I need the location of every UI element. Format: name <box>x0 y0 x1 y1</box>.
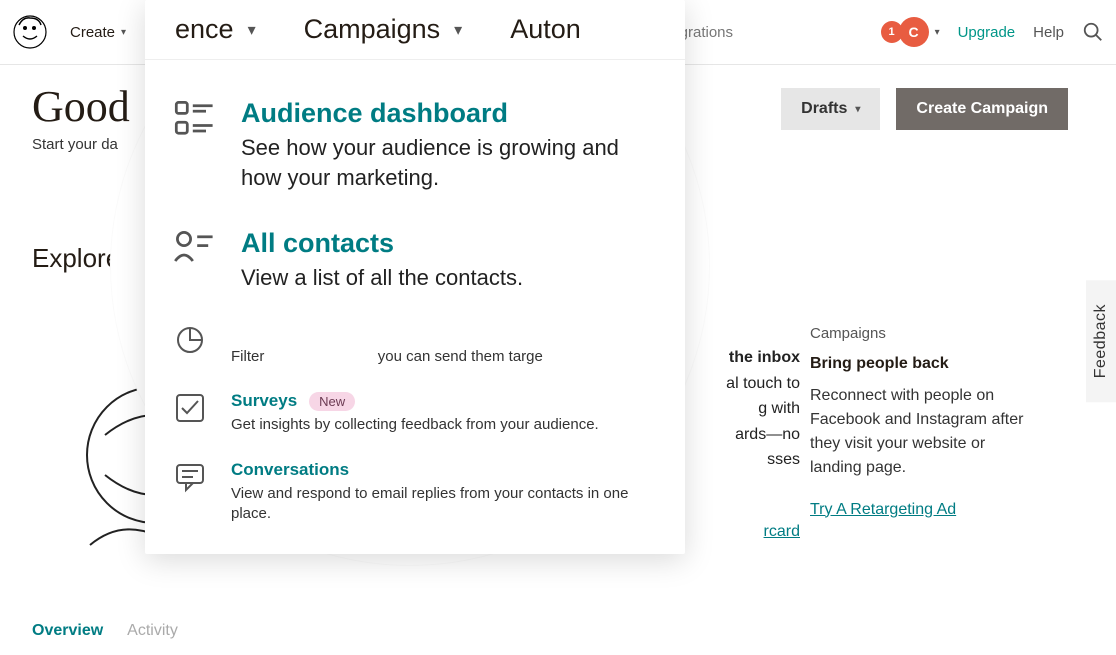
surveys-icon <box>173 391 207 425</box>
segments-icon <box>173 323 207 357</box>
avatar: C <box>899 17 929 47</box>
promo-card-desc: Reconnect with people on Facebook and In… <box>810 384 1030 480</box>
dropdown-head-automations[interactable]: Auton <box>510 14 581 45</box>
conversations-icon <box>173 460 207 494</box>
promo-card-category: Campaigns <box>810 323 1030 346</box>
dropdown-item-title: Conversations <box>231 460 657 480</box>
dropdown-item-desc: Filter contacts so that you can send the… <box>231 347 543 367</box>
peek-cta[interactable]: rcard <box>764 523 800 540</box>
dropdown-item-surveys[interactable]: Surveys New Get insights by collecting f… <box>173 379 657 447</box>
tab-overview[interactable]: Overview <box>32 622 103 640</box>
dropdown-item-title: Audience dashboard <box>241 98 657 129</box>
dropdown-item-desc: View a list of all the contacts. <box>241 263 523 293</box>
dropdown-item-audience-dashboard[interactable]: Audience dashboard See how your audience… <box>173 80 657 210</box>
dashboard-icon <box>173 98 217 142</box>
dropdown-item-desc: See how your audience is growing and how… <box>241 133 657 192</box>
chevron-down-icon: ▾ <box>121 27 126 38</box>
promo-card-cta[interactable]: Try A Retargeting Ad <box>810 501 956 518</box>
feedback-tab[interactable]: Feedback <box>1086 280 1116 402</box>
dropdown-item-all-contacts[interactable]: All contacts View a list of all the cont… <box>173 210 657 311</box>
nav-create-label: Create <box>70 24 115 41</box>
dropdown-item-desc: View and respond to email replies from y… <box>231 484 657 525</box>
dropdown-head-campaigns[interactable]: Campaigns▾ <box>304 14 463 45</box>
page-actions: Drafts ▾ Create Campaign <box>781 88 1068 130</box>
contacts-icon <box>173 228 217 272</box>
upgrade-link[interactable]: Upgrade <box>958 24 1016 41</box>
help-link[interactable]: Help <box>1033 24 1064 41</box>
notification-badge: 1 <box>881 21 903 43</box>
nav-create[interactable]: Create ▾ <box>60 18 136 47</box>
audience-dropdown: ence▾ Campaigns▾ Auton Audience dashboar… <box>145 0 685 554</box>
chevron-down-icon: ▾ <box>248 20 256 40</box>
create-campaign-button[interactable]: Create Campaign <box>896 88 1068 130</box>
chevron-down-icon: ▾ <box>855 104 860 115</box>
mailchimp-icon <box>12 14 48 50</box>
content-tabs: Overview Activity <box>32 622 178 640</box>
dropdown-item-title: All contacts <box>241 228 523 259</box>
promo-card-campaigns: Campaigns Bring people back Reconnect wi… <box>810 323 1030 522</box>
drafts-button[interactable]: Drafts ▾ <box>781 88 880 130</box>
chevron-down-icon: ▾ <box>935 27 940 38</box>
dropdown-head-audience[interactable]: ence▾ <box>175 14 256 45</box>
dropdown-item-title: Surveys New <box>231 391 599 411</box>
account-switcher[interactable]: 1 C ▾ <box>881 17 940 47</box>
chevron-down-icon: ▾ <box>454 20 462 40</box>
promo-card-title: Bring people back <box>810 352 1030 376</box>
dropdown-head: ence▾ Campaigns▾ Auton <box>145 0 685 60</box>
tab-activity[interactable]: Activity <box>127 622 178 640</box>
dropdown-item-segments[interactable]: Segments Filter contacts so that you can… <box>173 311 657 379</box>
brand-logo[interactable] <box>12 14 48 50</box>
dropdown-item-conversations[interactable]: Conversations View and respond to email … <box>173 448 657 537</box>
dropdown-item-desc: Get insights by collecting feedback from… <box>231 415 599 435</box>
drafts-label: Drafts <box>801 100 847 118</box>
new-badge: New <box>309 392 355 411</box>
search-icon[interactable] <box>1082 21 1104 43</box>
